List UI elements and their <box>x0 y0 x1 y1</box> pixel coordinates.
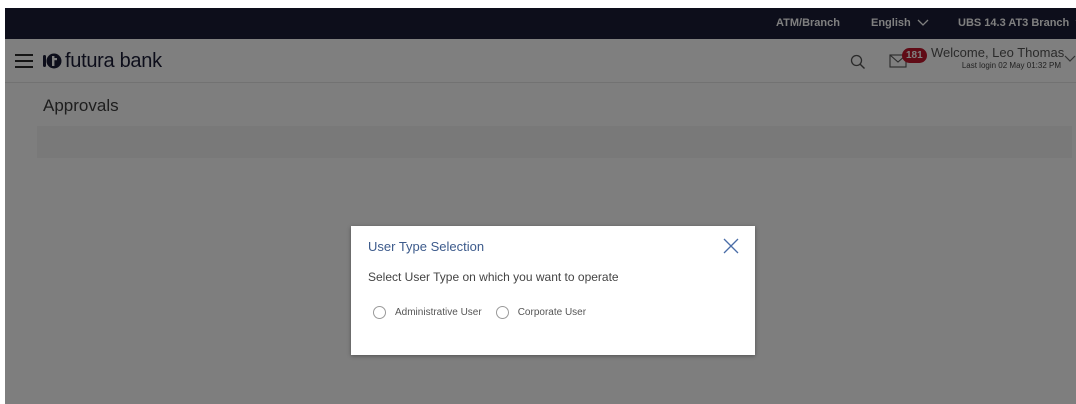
close-icon[interactable] <box>722 237 740 255</box>
administrative-user-label[interactable]: Administrative User <box>395 307 482 318</box>
corporate-user-label[interactable]: Corporate User <box>518 307 586 318</box>
dialog-prompt: Select User Type on which you want to op… <box>368 270 619 284</box>
administrative-user-radio[interactable] <box>373 306 386 319</box>
corporate-user-radio[interactable] <box>495 306 509 319</box>
user-type-options: Administrative User Corporate User <box>373 306 600 319</box>
page: ATM/Branch English UBS 14.3 AT3 Branch f… <box>5 8 1076 404</box>
dialog-title: User Type Selection <box>368 239 485 254</box>
user-type-dialog: User Type Selection Select User Type on … <box>351 226 755 355</box>
